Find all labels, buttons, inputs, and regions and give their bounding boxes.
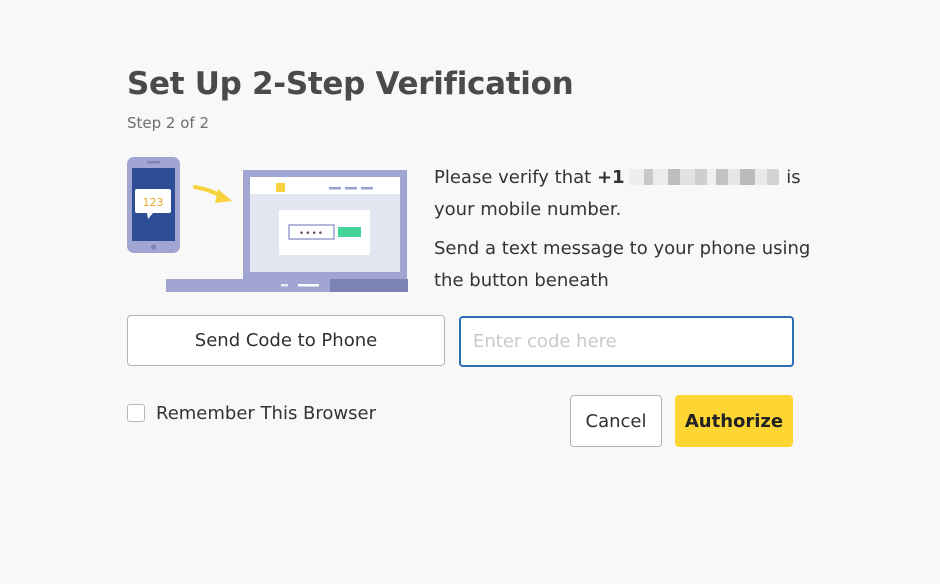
send-code-label: Send Code to Phone (194, 330, 378, 351)
arrow-icon (193, 185, 232, 203)
send-code-button[interactable]: Send Code to Phone (127, 315, 445, 366)
step-indicator: Step 2 of 2 (127, 114, 210, 132)
authorize-button[interactable]: Authorize (675, 395, 793, 447)
verify-number-text: Please verify that +1 is your mobile num… (434, 162, 814, 226)
phone-country-code: +1 (596, 167, 625, 188)
remember-browser-checkbox[interactable] (127, 404, 145, 422)
remember-browser-option[interactable]: Remember This Browser (127, 402, 376, 424)
cancel-button[interactable]: Cancel (570, 395, 662, 447)
cancel-label: Cancel (585, 410, 647, 432)
instruction-text: Send a text message to your phone using … (434, 238, 811, 291)
sms-code-text: 123 (143, 196, 164, 209)
verification-description: Please verify that +1 is your mobile num… (434, 162, 814, 297)
phone-to-laptop-illustration: 123 •••• (127, 157, 408, 292)
password-mask-text: •••• (299, 229, 324, 239)
page-title: Set Up 2-Step Verification (127, 66, 574, 102)
verification-page: Set Up 2-Step Verification Step 2 of 2 1… (0, 0, 940, 584)
authorize-label: Authorize (684, 410, 784, 432)
phone-icon: 123 (127, 157, 180, 253)
remember-browser-label[interactable]: Remember This Browser (156, 403, 376, 424)
verify-prefix: Please verify that (434, 167, 597, 188)
redacted-phone-number (628, 169, 779, 185)
code-input[interactable] (459, 316, 794, 367)
